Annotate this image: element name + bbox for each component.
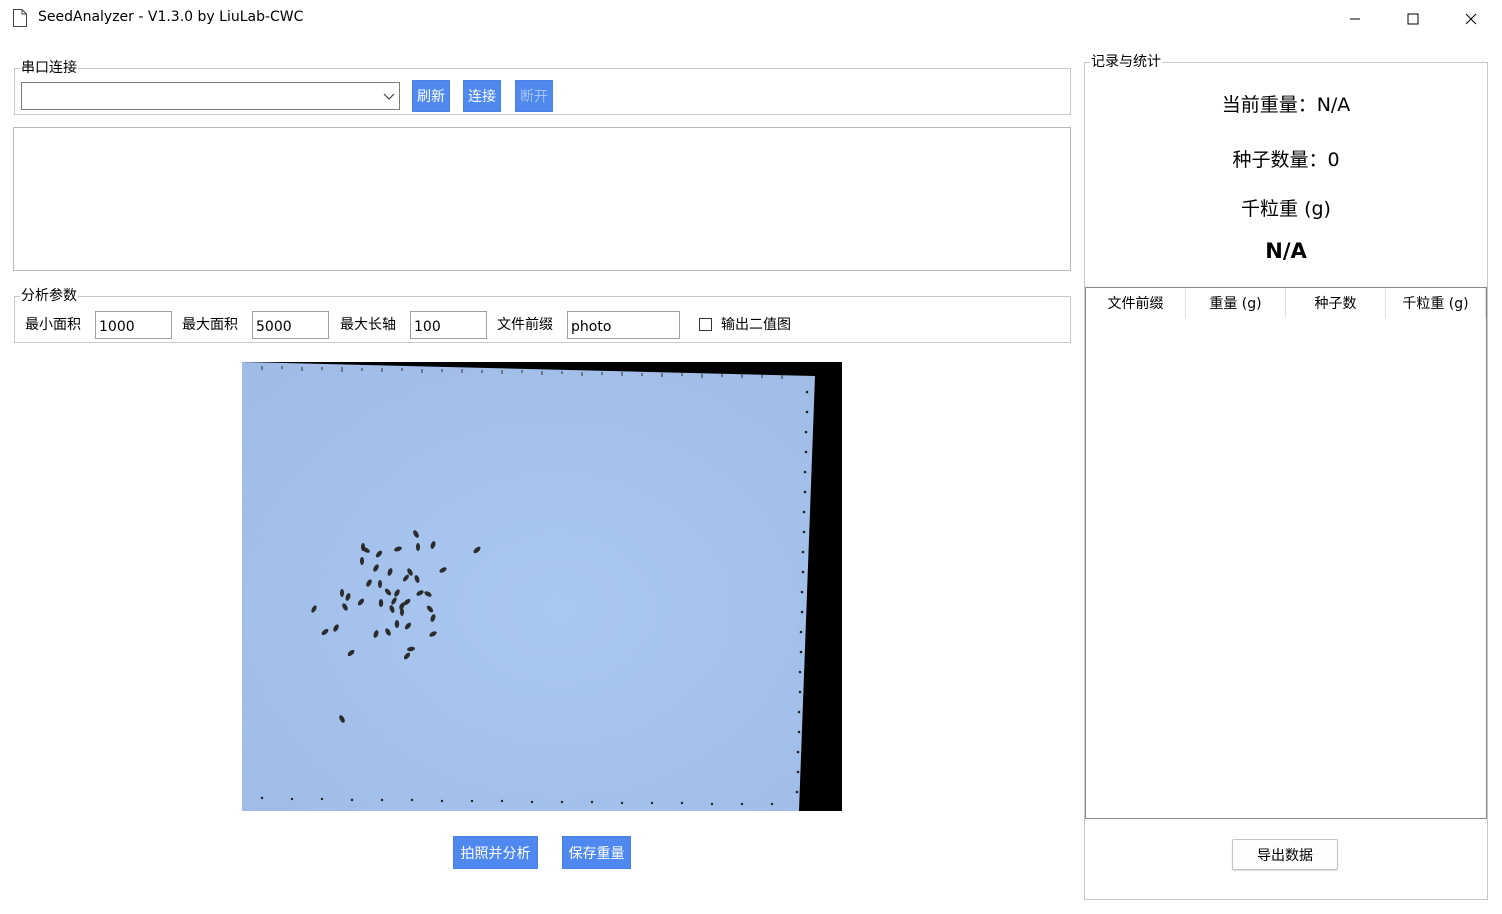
seed-photo (242, 362, 842, 811)
window-title: SeedAnalyzer - V1.3.0 by LiuLab-CWC (38, 9, 304, 25)
disconnect-button[interactable]: 断开 (515, 80, 553, 112)
max-area-input[interactable] (252, 311, 329, 339)
records-group-label: 记录与统计 (1090, 54, 1162, 70)
title-bar: SeedAnalyzer - V1.3.0 by LiuLab-CWC (0, 0, 1502, 38)
minimize-button[interactable] (1326, 0, 1384, 38)
refresh-button[interactable]: 刷新 (412, 80, 450, 112)
column-header-thousand-kernel-weight[interactable]: 千粒重 (g) (1386, 288, 1486, 318)
min-area-label: 最小面积 (25, 317, 81, 333)
maximize-button[interactable] (1384, 0, 1442, 38)
save-weight-button[interactable]: 保存重量 (562, 836, 631, 869)
binary-output-checkbox[interactable] (699, 318, 712, 331)
port-select[interactable] (21, 82, 400, 110)
min-area-input[interactable] (95, 311, 172, 339)
file-prefix-label: 文件前缀 (497, 317, 553, 333)
max-area-label: 最大面积 (182, 317, 238, 333)
column-header-seed-count[interactable]: 种子数 (1286, 288, 1386, 318)
maximize-icon (1407, 13, 1419, 25)
file-prefix-input[interactable] (567, 311, 680, 339)
chevron-down-icon (383, 93, 395, 100)
max-axis-label: 最大长轴 (340, 317, 396, 333)
current-weight-text: 当前重量：N/A (1221, 94, 1351, 116)
seed-count-text: 种子数量：0 (1232, 149, 1340, 171)
serial-group-label: 串口连接 (20, 60, 78, 76)
thousand-kernel-weight-value: N/A (1265, 239, 1307, 263)
column-header-file-prefix[interactable]: 文件前缀 (1086, 288, 1186, 318)
records-table[interactable]: 文件前缀 重量 (g) 种子数 千粒重 (g) (1085, 287, 1487, 819)
binary-output-label: 输出二值图 (721, 317, 791, 333)
connect-button[interactable]: 连接 (463, 80, 501, 112)
minimize-icon (1350, 18, 1360, 20)
document-icon (12, 8, 28, 28)
column-header-weight[interactable]: 重量 (g) (1186, 288, 1286, 318)
capture-analyze-button[interactable]: 拍照并分析 (453, 836, 538, 869)
export-data-button[interactable]: 导出数据 (1232, 839, 1338, 870)
params-group-label: 分析参数 (20, 288, 78, 304)
max-axis-input[interactable] (410, 311, 487, 339)
thousand-kernel-weight-label: 千粒重 (g) (1241, 198, 1331, 220)
close-icon (1465, 13, 1477, 25)
serial-log-textarea[interactable] (13, 127, 1071, 271)
close-button[interactable] (1442, 0, 1500, 38)
